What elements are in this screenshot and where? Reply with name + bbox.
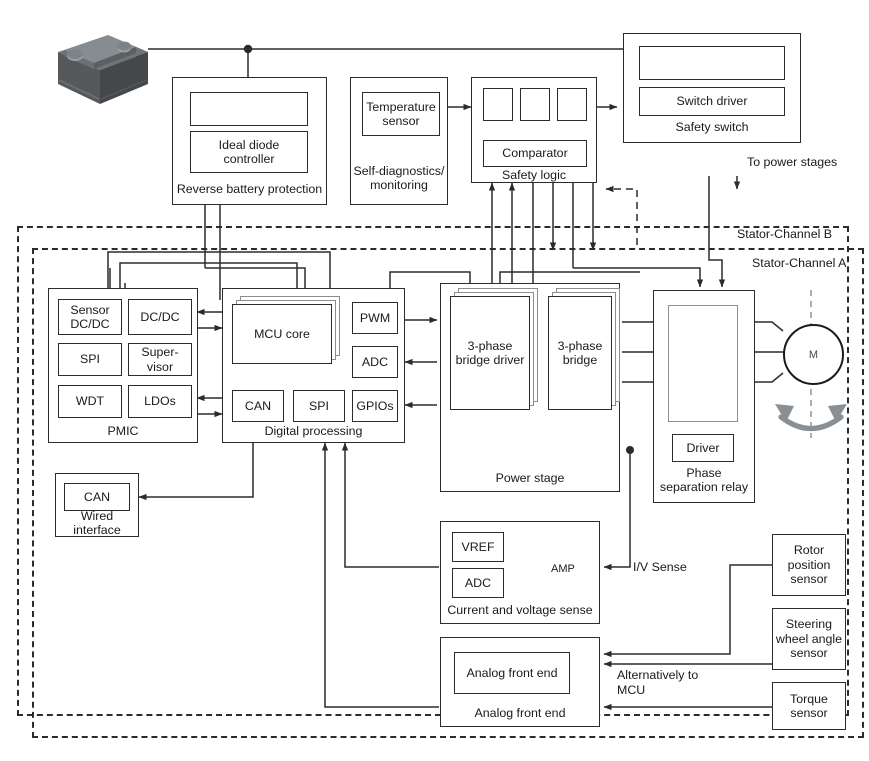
alternatively-to-mcu-label: Alternatively to MCU	[617, 668, 699, 697]
safety-logic-gate-2-box[interactable]	[557, 88, 587, 121]
safety-switch-child-0-label	[639, 46, 785, 80]
adc-label: ADC	[361, 354, 389, 369]
power-stage-label: Power stage	[495, 470, 565, 485]
wired-interface-can-label: CAN	[83, 489, 111, 504]
steering-wheel-angle-sensor-label: Steering wheel angle sensor	[775, 617, 843, 661]
current-voltage-sense-label: Current and voltage sense	[447, 602, 593, 617]
reverse-battery-protection-label: Reverse battery protection	[176, 181, 323, 196]
three-phase-bridge-driver-stack[interactable]: 3-phase bridge driver	[450, 288, 538, 410]
three-phase-bridge-driver-label: 3-phase bridge driver	[450, 296, 530, 410]
vref-label: VREF	[461, 539, 495, 554]
analog-front-end-inner-label: Analog front end	[466, 665, 558, 680]
pmic-wdt-label: WDT	[75, 394, 105, 409]
three-phase-bridge-stack[interactable]: 3-phase bridge	[548, 288, 620, 410]
stator-channel-a-label: Stator-Channel A	[752, 256, 847, 270]
torque-sensor-label: Torque sensor	[790, 691, 828, 720]
stator-channel-b-label: Stator-Channel B	[737, 227, 833, 241]
temperature-sensor-label: Temperature sensor	[366, 99, 436, 128]
safety-switch-label: Safety switch	[675, 119, 749, 134]
pmic-spi-label: SPI	[80, 352, 100, 367]
digital-processing-label: Digital processing	[264, 423, 363, 438]
rotor-position-sensor-label: Rotor position sensor	[787, 543, 831, 587]
sense-adc-label: ADC	[464, 575, 492, 590]
block-diagram-canvas: Stator-Channel B Stator-Channel A Ideal …	[0, 0, 869, 761]
self-diagnostics-label: Self-diagnostics/ monitoring	[353, 163, 445, 192]
wired-interface-label: Wired interface	[73, 508, 121, 537]
to-power-stages-label: To power stages	[747, 155, 838, 169]
safety-logic-gate-1-box[interactable]	[520, 88, 550, 121]
pmic-ldos-label: LDOs	[144, 394, 176, 409]
phase-separation-relay-child-0-label	[668, 305, 738, 422]
motor-icon[interactable]: M	[783, 324, 844, 385]
reverse-battery-protection-child-0-label	[190, 92, 308, 126]
phase-separation-relay-label: Phase separation relay	[659, 465, 749, 494]
relay-driver-label: Driver	[686, 440, 720, 455]
safety-logic-gate-0-box[interactable]	[483, 88, 513, 121]
pmic-dcdc-label: DC/DC	[140, 309, 180, 324]
pmic-label: PMIC	[107, 423, 139, 438]
can-label: CAN	[244, 398, 272, 413]
pwm-label: PWM	[359, 310, 391, 325]
iv-sense-label: I/V Sense	[633, 560, 687, 574]
safety-logic-label: Safety logic	[501, 167, 567, 182]
motor-label: M	[808, 348, 819, 361]
pmic-supervisor-label: Super- visor	[141, 345, 179, 374]
gpios-label: GPIOs	[356, 398, 394, 413]
digital-spi-label: SPI	[309, 398, 329, 413]
comparator-label: Comparator	[502, 146, 568, 161]
car-battery-icon	[48, 22, 152, 110]
pmic-sensor-dcdc-label: Sensor DC/DC	[70, 302, 110, 331]
mcu-core-label: MCU core	[232, 304, 332, 364]
analog-front-end-label: Analog front end	[474, 705, 566, 720]
three-phase-bridge-label: 3-phase bridge	[548, 296, 612, 410]
ideal-diode-controller-label: Ideal diode controller	[218, 137, 280, 166]
amp-label: AMP	[551, 563, 575, 575]
switch-driver-label: Switch driver	[676, 94, 748, 109]
mcu-core-stack[interactable]: MCU core	[232, 296, 340, 364]
